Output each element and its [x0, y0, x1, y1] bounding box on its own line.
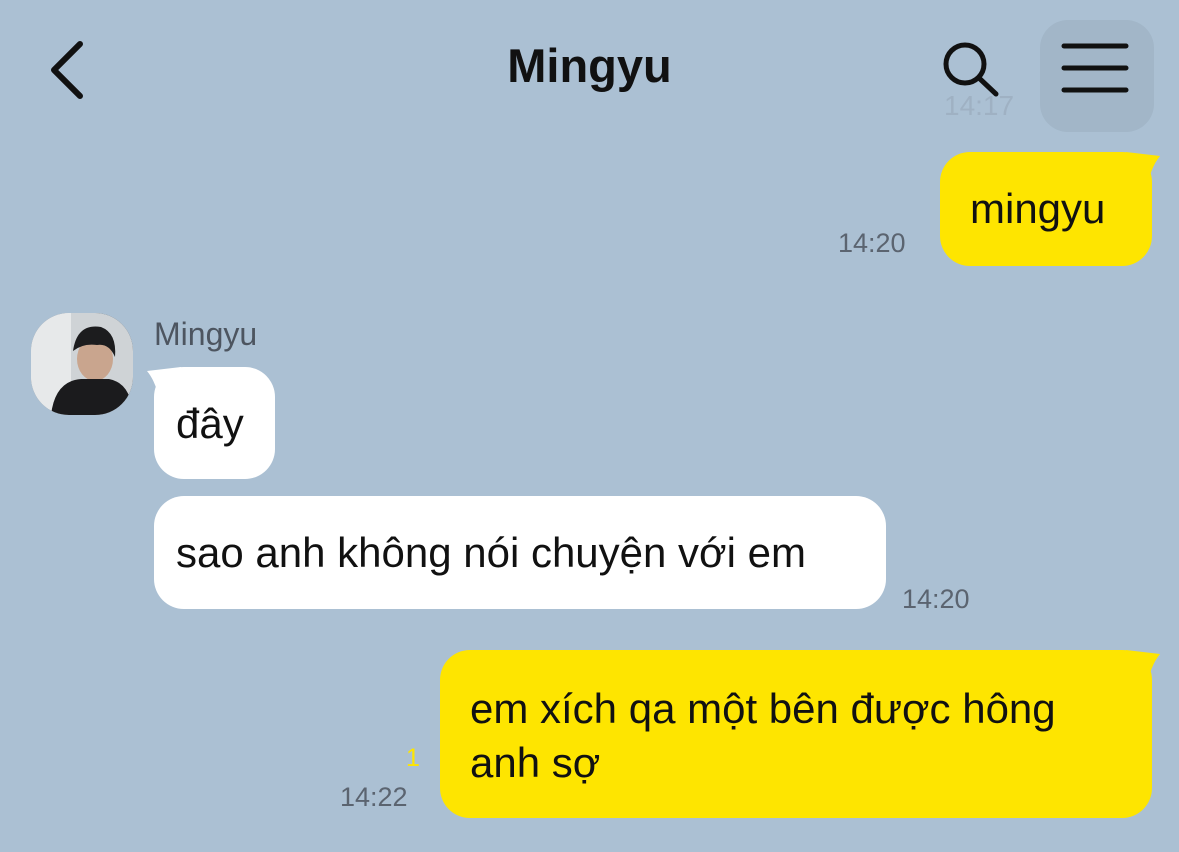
message-text-line: em xích qa một bên được hông	[470, 685, 1056, 732]
outgoing-message-bubble[interactable]: em xích qa một bên được hông anh sợ	[440, 650, 1152, 818]
bubble-tail	[1126, 650, 1160, 690]
message-time: 14:20	[838, 228, 906, 258]
message-text: mingyu	[970, 185, 1106, 232]
incoming-message-bubble[interactable]: đây	[154, 367, 275, 479]
bubble-tail	[1126, 152, 1160, 192]
avatar-photo	[31, 313, 133, 415]
outgoing-message-bubble[interactable]: mingyu	[940, 152, 1152, 266]
message-text: sao anh không nói chuyện với em	[176, 529, 806, 576]
menu-icon[interactable]	[1058, 40, 1132, 96]
message-time: 14:22	[340, 782, 408, 812]
faded-timestamp: 14:17	[944, 90, 1015, 121]
message-text-line: anh sợ	[470, 739, 601, 786]
message-time: 14:20	[902, 584, 970, 614]
incoming-message-bubble[interactable]: sao anh không nói chuyện với em	[154, 496, 886, 609]
sender-name: Mingyu	[154, 316, 258, 352]
message-text: đây	[176, 400, 244, 447]
unread-count: 1	[406, 744, 420, 772]
avatar[interactable]	[31, 313, 133, 415]
